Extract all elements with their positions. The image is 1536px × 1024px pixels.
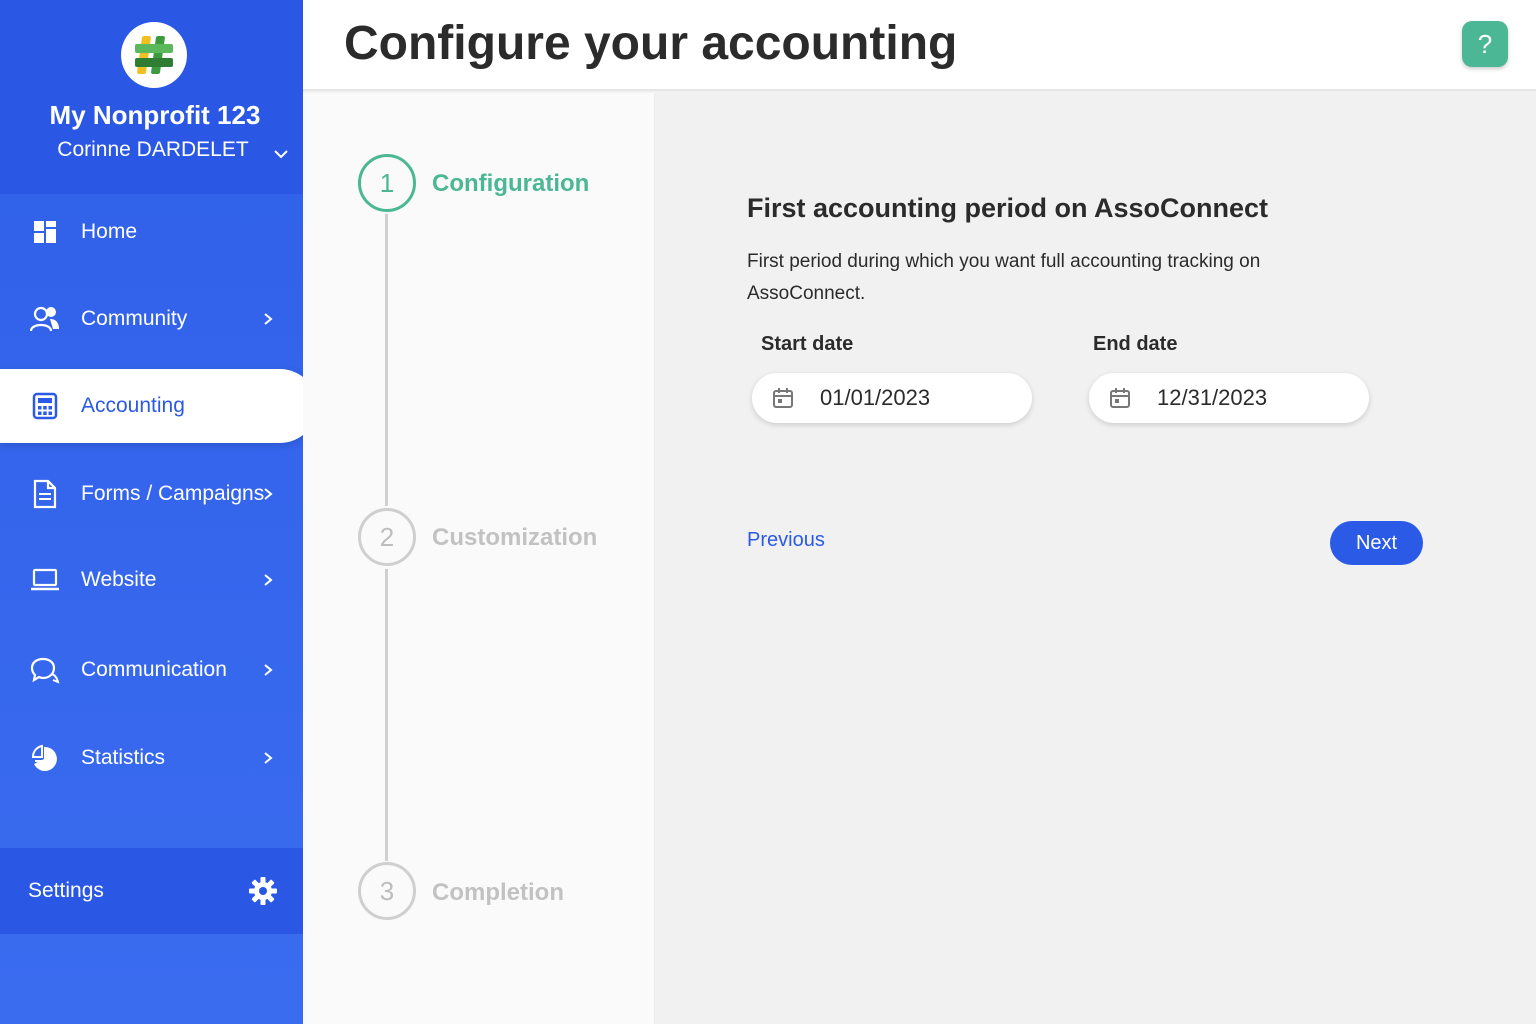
step-connector (385, 569, 388, 861)
step-2-circle: 2 (358, 508, 416, 566)
chevron-right-icon (264, 488, 273, 500)
sidebar-item-website[interactable]: Website (0, 543, 303, 617)
sidebar-item-statistics[interactable]: Statistics (0, 721, 303, 795)
sidebar-item-label: Statistics (81, 746, 166, 769)
sidebar-item-label: Communication (81, 658, 227, 681)
laptop-icon (30, 565, 60, 595)
org-name: My Nonprofit 123 (49, 100, 261, 130)
hashtag-logo-icon (135, 36, 173, 74)
end-date-label: End date (1093, 333, 1178, 355)
sidebar-item-label: Home (81, 220, 138, 243)
sidebar-item-forms-campaigns[interactable]: Forms / Campaigns (0, 457, 303, 531)
users-icon (30, 304, 60, 334)
calendar-icon (773, 388, 793, 408)
sidebar: My Nonprofit 123 Corinne DARDELET Home C… (0, 0, 317, 1024)
end-date-field[interactable] (1089, 373, 1369, 423)
step-3-circle: 3 (358, 862, 416, 920)
sidebar-item-accounting[interactable]: Accounting (0, 369, 317, 443)
step-3-label: Completion (432, 879, 564, 906)
sidebar-item-home[interactable]: Home (0, 195, 303, 269)
chevron-right-icon (264, 752, 273, 764)
pie-chart-icon (30, 743, 60, 773)
step-2-label: Customization (432, 524, 598, 551)
grid-icon (30, 217, 60, 247)
org-switcher[interactable]: My Nonprofit 123 Corinne DARDELET (0, 0, 303, 194)
start-date-label: Start date (761, 333, 854, 355)
start-date-input[interactable] (820, 383, 1020, 413)
chevron-right-icon (264, 664, 273, 676)
sidebar-item-label: Forms / Campaigns (81, 482, 265, 505)
end-date-input[interactable] (1157, 383, 1357, 413)
gear-icon[interactable] (248, 876, 278, 906)
chevron-right-icon (264, 313, 273, 325)
sidebar-settings[interactable]: Settings (0, 848, 303, 934)
section-title: First accounting period on AssoConnect (747, 193, 1269, 223)
help-button[interactable]: ? (1462, 21, 1508, 67)
chevron-down-icon[interactable] (271, 144, 291, 164)
step-connector (385, 214, 388, 506)
sidebar-item-label: Accounting (81, 394, 185, 417)
sidebar-item-community[interactable]: Community (0, 282, 303, 356)
settings-label: Settings (28, 879, 104, 902)
user-name: Corinne DARDELET (57, 138, 249, 161)
document-icon (30, 479, 60, 509)
sidebar-item-communication[interactable]: Communication (0, 633, 303, 707)
page-header: Configure your accounting ? (303, 0, 1536, 91)
section-description: First period during which you want full … (747, 251, 1261, 304)
calculator-icon (30, 391, 60, 421)
start-date-field[interactable] (752, 373, 1032, 423)
setup-stepper: 1 Configuration 2 Customization 3 Comple… (303, 93, 655, 1024)
chevron-right-icon (264, 574, 273, 586)
sidebar-item-label: Website (81, 568, 157, 591)
step-1-circle: 1 (358, 154, 416, 212)
org-logo (121, 22, 187, 88)
sidebar-item-label: Community (81, 307, 188, 330)
page-title: Configure your accounting (344, 17, 958, 70)
next-button[interactable]: Next (1330, 521, 1423, 565)
chat-icon (30, 655, 60, 685)
previous-link[interactable]: Previous (747, 529, 825, 552)
calendar-icon (1110, 388, 1130, 408)
step-1-label: Configuration (432, 170, 590, 197)
